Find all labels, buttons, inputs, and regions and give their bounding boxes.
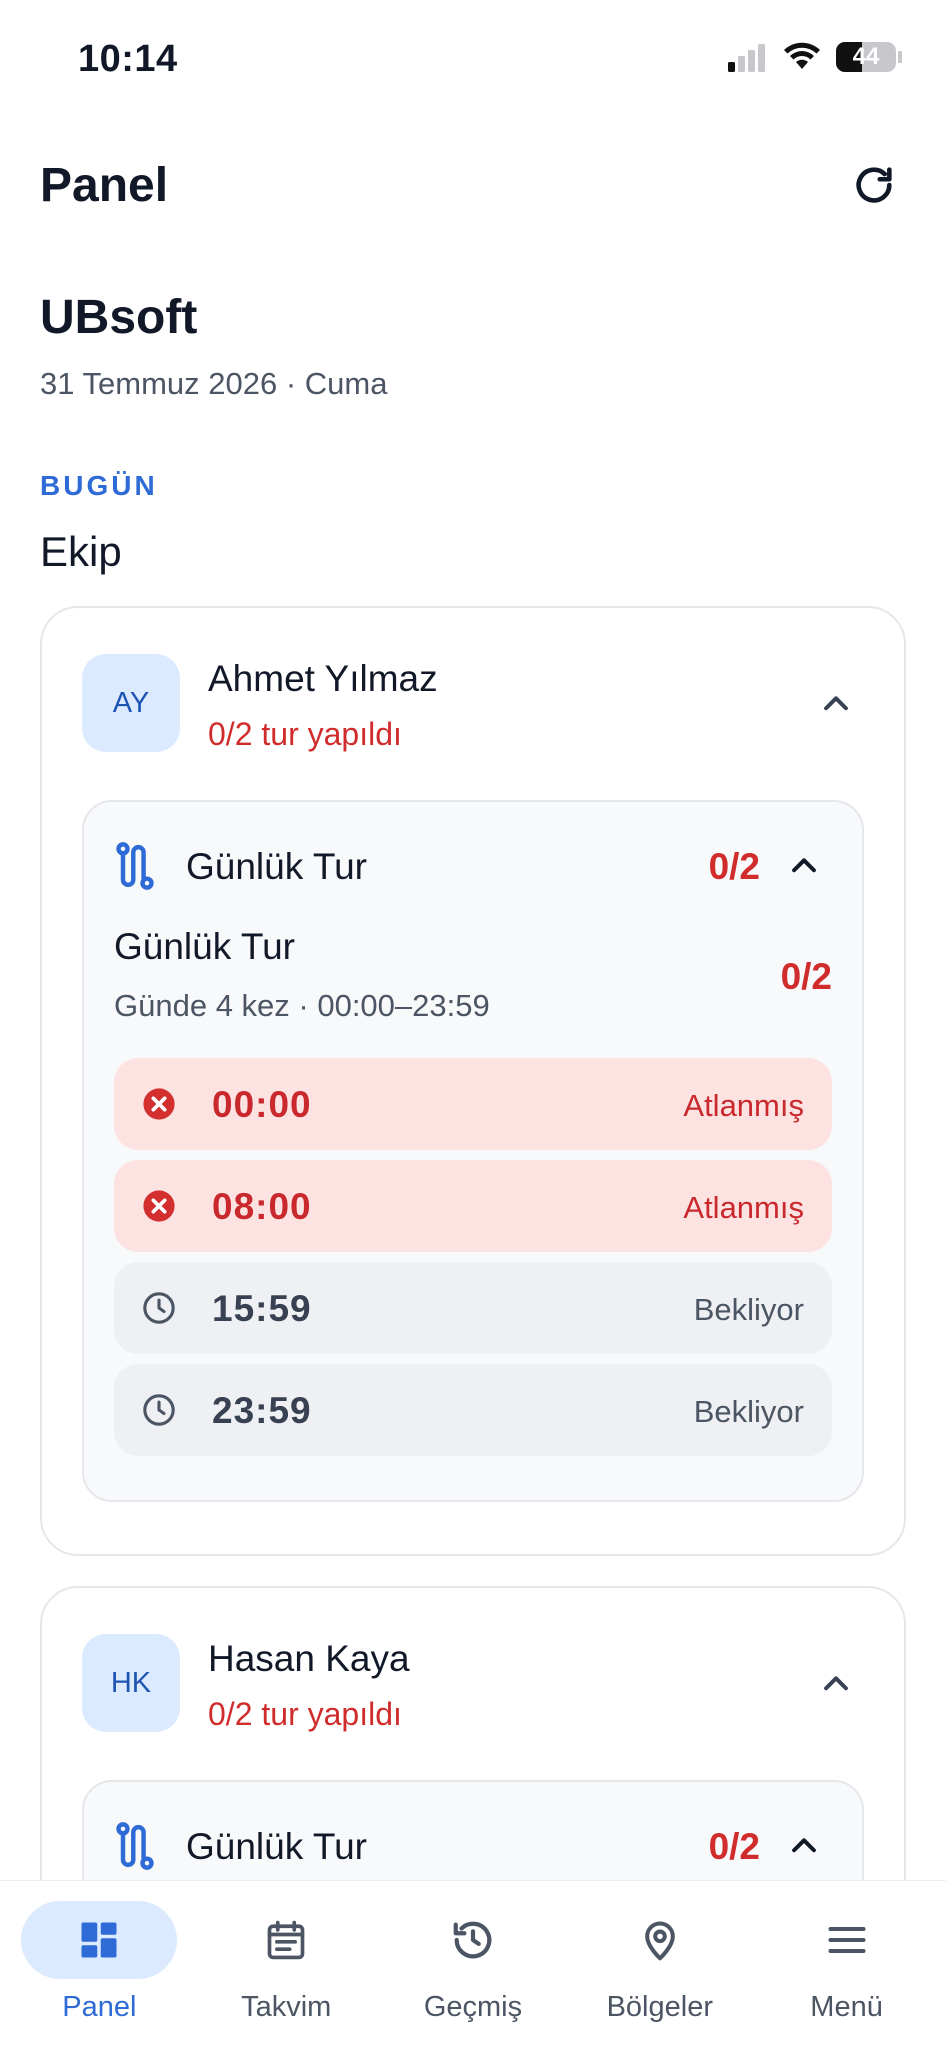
avatar: AY xyxy=(82,654,180,752)
route-icon xyxy=(116,842,154,890)
plan-name: Günlük Tur xyxy=(114,926,295,967)
collapse-button[interactable] xyxy=(808,676,864,732)
missed-x-icon xyxy=(143,1190,175,1222)
nav-pill xyxy=(21,1901,178,1979)
member-progress: 0/2 tur yapıldı xyxy=(208,716,402,752)
refresh-icon xyxy=(856,167,892,203)
nav-item-bolgeler[interactable]: Bölgeler xyxy=(570,1881,750,2048)
member-progress: 0/2 tur yapıldı xyxy=(208,1696,402,1732)
slot-time: 23:59 xyxy=(212,1390,312,1431)
member-name: Ahmet Yılmaz xyxy=(208,658,438,699)
tour-header[interactable]: Günlük Tur 0/2 xyxy=(114,1818,832,1874)
status-time: 10:14 xyxy=(78,38,178,80)
tour-count: 0/2 xyxy=(708,846,760,887)
tour-count: 0/2 xyxy=(708,1826,760,1867)
slot-time: 00:00 xyxy=(212,1084,312,1125)
menu-icon xyxy=(828,1926,866,1954)
tour-header[interactable]: Günlük Tur 0/2 xyxy=(114,838,832,894)
nav-item-panel[interactable]: Panel xyxy=(9,1881,189,2048)
member-header[interactable]: HK Hasan Kaya 0/2 tur yapıldı xyxy=(82,1634,864,1734)
calendar-icon xyxy=(267,1920,305,1960)
plan-schedule: Günde 4 kez · 00:00–23:59 xyxy=(114,988,490,1023)
slot-row[interactable]: 23:59 Bekliyor xyxy=(114,1364,832,1456)
nav-item-gecmis[interactable]: Geçmiş xyxy=(383,1881,563,2048)
status-bar: 10:14 44 xyxy=(0,0,946,110)
dashboard-icon xyxy=(81,1922,117,1958)
chevron-up-icon xyxy=(792,1838,816,1853)
clock-icon xyxy=(143,1394,175,1426)
collapse-button[interactable] xyxy=(808,1656,864,1712)
nav-item-takvim[interactable]: Takvim xyxy=(196,1881,376,2048)
nav-label: Panel xyxy=(62,1991,137,2023)
slot-status: Atlanmış xyxy=(683,1190,804,1225)
member-header[interactable]: AY Ahmet Yılmaz 0/2 tur yapıldı xyxy=(82,654,864,754)
nav-label: Bölgeler xyxy=(606,1991,713,2023)
tour-box: Günlük Tur 0/2 Günlük Tur Günde 4 kez · … xyxy=(82,800,864,1502)
slot-status: Bekliyor xyxy=(693,1292,804,1327)
nav-pill xyxy=(395,1901,551,1979)
nav-item-menu[interactable]: Menü xyxy=(757,1881,937,2048)
section-kicker: BUGÜN xyxy=(40,470,158,501)
member-card: AY Ahmet Yılmaz 0/2 tur yapıldı Günlük T… xyxy=(40,606,906,1556)
slot-time: 08:00 xyxy=(212,1186,312,1227)
tour-collapse-button[interactable] xyxy=(776,1818,832,1874)
nav-label: Takvim xyxy=(241,1991,332,2023)
page-title: Panel xyxy=(40,158,169,212)
tour-title: Günlük Tur xyxy=(186,1826,367,1867)
nav-label: Geçmiş xyxy=(423,1991,523,2023)
slot-row[interactable]: 08:00 Atlanmış xyxy=(114,1160,832,1252)
tour-title: Günlük Tur xyxy=(186,846,367,887)
nav-label: Menü xyxy=(810,1991,883,2023)
location-pin-icon xyxy=(644,1921,675,1961)
avatar: HK xyxy=(82,1634,180,1732)
plan-count: 0/2 xyxy=(780,956,832,997)
company-name: UBsoft xyxy=(40,291,198,344)
clock-icon xyxy=(143,1292,175,1324)
chevron-up-icon xyxy=(824,696,848,711)
route-icon xyxy=(116,1822,154,1870)
history-icon xyxy=(453,1921,492,1959)
chevron-up-icon xyxy=(824,1676,848,1691)
wifi-icon xyxy=(784,42,820,69)
section-title: Ekip xyxy=(40,528,122,575)
slot-status: Bekliyor xyxy=(693,1394,804,1429)
member-name: Hasan Kaya xyxy=(208,1638,410,1679)
missed-x-icon xyxy=(143,1088,175,1120)
slot-status: Atlanmış xyxy=(683,1088,804,1123)
battery-level: 44 xyxy=(852,43,880,70)
battery-icon: 44 xyxy=(836,42,896,72)
slot-row[interactable]: 15:59 Bekliyor xyxy=(114,1262,832,1354)
date-line: 31 Temmuz 2026 · Cuma xyxy=(40,366,388,401)
chevron-up-icon xyxy=(792,858,816,873)
slot-time: 15:59 xyxy=(212,1288,312,1329)
refresh-button[interactable] xyxy=(842,153,906,217)
cellular-signal-icon xyxy=(728,44,765,72)
nav-pill xyxy=(582,1901,738,1979)
bottom-nav: Panel Takvim Geçmiş Bölgeler Menü xyxy=(0,1880,946,2048)
nav-pill xyxy=(769,1901,925,1979)
slot-row[interactable]: 00:00 Atlanmış xyxy=(114,1058,832,1150)
tour-collapse-button[interactable] xyxy=(776,838,832,894)
status-icons: 44 xyxy=(728,42,902,72)
app-header: Panel xyxy=(40,145,906,225)
nav-pill xyxy=(208,1901,364,1979)
